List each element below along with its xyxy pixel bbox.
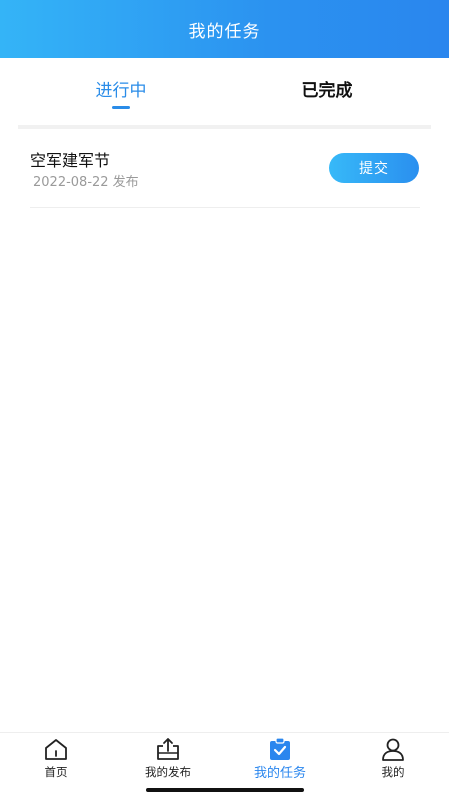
- nav-profile-label: 我的: [381, 765, 405, 779]
- nav-my-tasks[interactable]: 我的任务: [224, 737, 336, 783]
- home-icon: [45, 739, 67, 760]
- active-tab-indicator: [112, 106, 130, 109]
- tab-bar: 进行中 已完成: [0, 58, 449, 124]
- tab-in-progress-label: 进行中: [95, 80, 147, 101]
- task-date: 2022-08-22: [33, 175, 109, 190]
- tabs-divider: [18, 125, 431, 129]
- nav-home[interactable]: 首页: [0, 737, 112, 783]
- home-indicator[interactable]: [146, 788, 304, 792]
- nav-my-posts-label: 我的发布: [145, 765, 191, 779]
- task-meta: 2022-08-22 发布: [33, 171, 143, 190]
- task-status: 发布: [112, 175, 139, 190]
- tab-in-progress[interactable]: 进行中: [9, 58, 233, 118]
- submit-button[interactable]: 提交: [329, 153, 419, 183]
- task-list-item[interactable]: 空军建军节 2022-08-22 发布 提交: [30, 138, 420, 208]
- nav-home-label: 首页: [44, 765, 68, 779]
- clipboard-check-icon: [270, 737, 290, 760]
- user-icon: [382, 738, 404, 761]
- tab-completed[interactable]: 已完成: [215, 58, 439, 118]
- nav-profile[interactable]: 我的: [337, 737, 449, 783]
- upload-tray-icon: [157, 738, 179, 760]
- task-title: 空军建军节: [30, 151, 111, 170]
- header-bar: 我的任务: [0, 0, 449, 58]
- page-title: 我的任务: [188, 21, 261, 42]
- tab-completed-label: 已完成: [301, 80, 353, 101]
- nav-my-tasks-label: 我的任务: [253, 766, 306, 781]
- screen: 我的任务 进行中 已完成 空军建军节 2022-08-22 发布 提交 首页 我…: [0, 0, 449, 799]
- nav-my-posts[interactable]: 我的发布: [112, 737, 224, 783]
